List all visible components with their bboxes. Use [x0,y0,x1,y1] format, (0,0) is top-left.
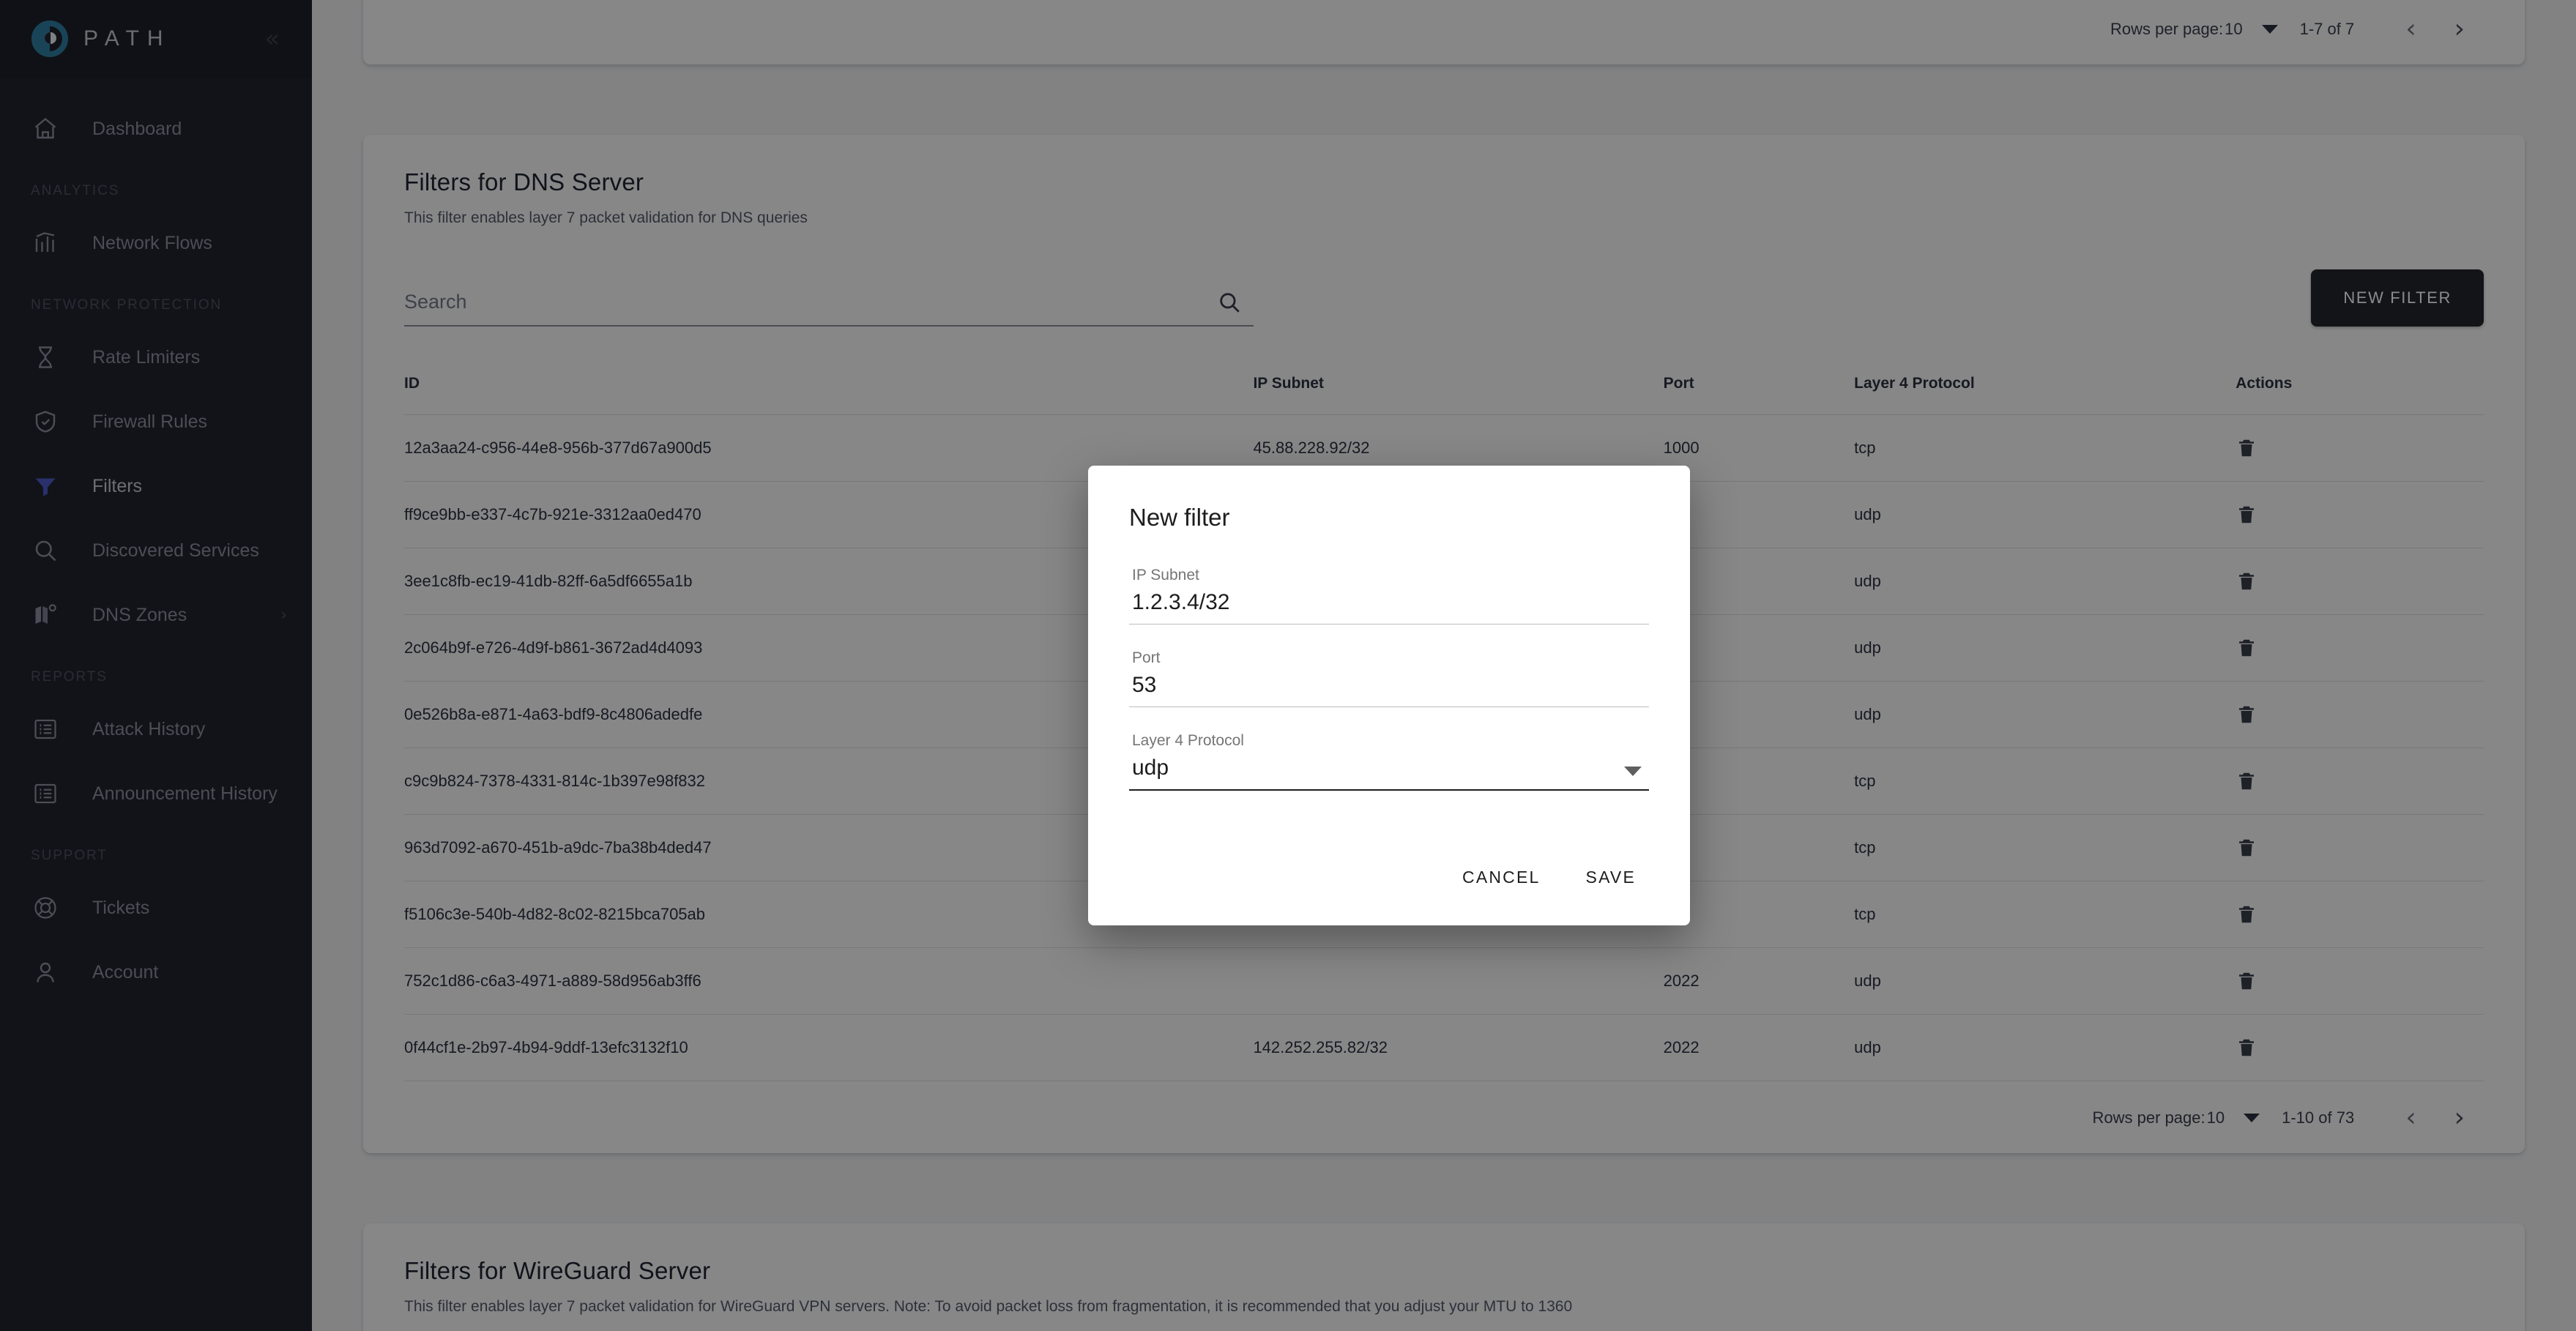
dialog-title: New filter [1129,504,1230,531]
field-label: IP Subnet [1132,567,1199,584]
select-value[interactable]: udp [1129,756,1649,791]
field-label: Port [1132,649,1161,666]
app-root: Rows per page: 10 1-7 of 7 ‹ › Filters f… [0,0,2576,1331]
field-layer-4-protocol[interactable]: Layer 4 Protocol udp [1129,732,1649,791]
new-filter-dialog: New filter IP Subnet 1.2.3.4/32 Port 53 Laye… [1088,466,1690,925]
input-value[interactable]: 1.2.3.4/32 [1129,590,1649,625]
field-ip-subnet[interactable]: IP Subnet 1.2.3.4/32 [1129,567,1649,625]
chevron-down-icon[interactable] [1624,767,1642,776]
dialog-fields: IP Subnet 1.2.3.4/32 Port 53 Layer 4 Protoco… [1088,532,1690,854]
cancel-button[interactable]: CANCEL [1446,854,1557,901]
field-port[interactable]: Port 53 [1129,649,1649,707]
dialog-actions: CANCEL SAVE [1088,854,1690,925]
save-button[interactable]: SAVE [1570,854,1652,901]
input-value[interactable]: 53 [1129,673,1649,707]
field-label: Layer 4 Protocol [1132,732,1244,749]
